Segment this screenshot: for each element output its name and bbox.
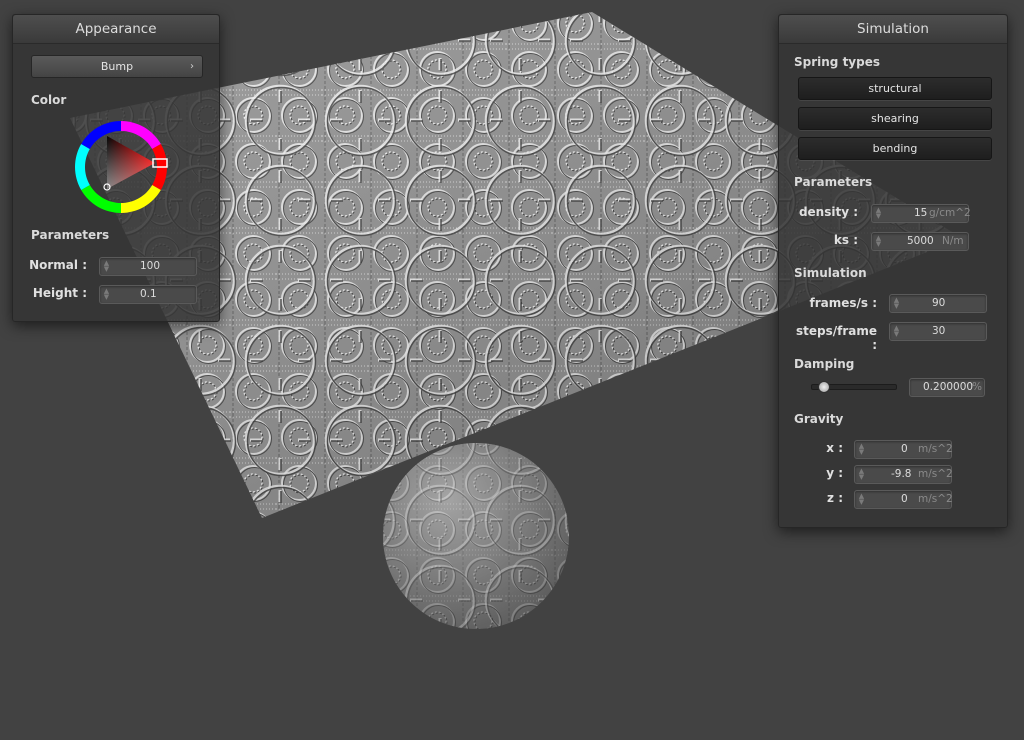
spinner-icon[interactable]: ▲ ▼ xyxy=(893,297,900,310)
density-unit: g/cm^2 xyxy=(929,207,971,219)
damping-slider-knob[interactable] xyxy=(817,381,830,393)
spring-types-label: Spring types xyxy=(794,55,881,69)
spring-structural-button[interactable]: structural xyxy=(798,77,992,100)
gravity-x-field[interactable]: ▲ ▼ 0 m/s^2 xyxy=(854,440,953,459)
normal-label: Normal : xyxy=(29,258,87,272)
shader-dropdown[interactable]: Bump › xyxy=(31,55,203,78)
height-label: Height : xyxy=(32,286,87,300)
simulation-title[interactable]: Simulation xyxy=(779,15,1007,44)
simulation-panel: Simulation Spring types structural shear… xyxy=(778,14,1008,528)
gravity-z-unit: m/s^2 xyxy=(918,493,953,505)
steps-label: steps/frame : xyxy=(795,324,877,352)
parameters-label: Parameters xyxy=(31,228,110,242)
spinner-icon[interactable]: ▲ ▼ xyxy=(858,443,865,456)
steps-field[interactable]: ▲ ▼ 30 xyxy=(889,322,987,341)
spinner-icon[interactable]: ▲ ▼ xyxy=(858,493,865,506)
density-value: 15 xyxy=(914,207,928,219)
simulation-section-label: Simulation xyxy=(794,266,867,280)
chevron-right-icon: › xyxy=(190,61,194,72)
fps-value: 90 xyxy=(932,297,946,309)
gravity-z-value: 0 xyxy=(901,493,908,505)
density-field[interactable]: ▲ ▼ 15 g/cm^2 xyxy=(871,204,971,223)
gravity-y-label: y : xyxy=(826,466,843,480)
appearance-title[interactable]: Appearance xyxy=(13,15,219,44)
damping-value: 0.200000 xyxy=(923,381,974,393)
gravity-z-label: z : xyxy=(827,491,843,505)
gravity-x-value: 0 xyxy=(901,443,908,455)
spinner-icon[interactable]: ▲ ▼ xyxy=(875,207,882,220)
damping-unit: % xyxy=(972,381,982,393)
sim-parameters-label: Parameters xyxy=(794,175,873,189)
collision-sphere xyxy=(383,443,569,629)
normal-field[interactable]: ▲ ▼ 100 xyxy=(99,257,197,276)
gravity-x-unit: m/s^2 xyxy=(918,443,953,455)
gravity-y-field[interactable]: ▲ ▼ -9.8 m/s^2 xyxy=(854,465,953,484)
spinner-icon[interactable]: ▲ ▼ xyxy=(893,325,900,338)
spinner-icon[interactable]: ▲ ▼ xyxy=(858,468,865,481)
height-value: 0.1 xyxy=(140,288,157,300)
gravity-z-field[interactable]: ▲ ▼ 0 m/s^2 xyxy=(854,490,953,509)
gravity-x-label: x : xyxy=(826,441,843,455)
ks-label: ks : xyxy=(833,233,858,247)
gravity-y-unit: m/s^2 xyxy=(918,468,953,480)
ks-field[interactable]: ▲ ▼ 5000 N/m xyxy=(871,232,969,251)
height-field[interactable]: ▲ ▼ 0.1 xyxy=(99,285,197,304)
fps-field[interactable]: ▲ ▼ 90 xyxy=(889,294,987,313)
color-wheel[interactable] xyxy=(71,117,171,217)
density-label: density : xyxy=(798,205,858,219)
damping-label: Damping xyxy=(794,357,855,371)
ks-unit: N/m xyxy=(942,235,964,247)
color-label: Color xyxy=(31,93,67,107)
appearance-panel: Appearance Bump › Color Parameters Norma… xyxy=(12,14,220,322)
ks-value: 5000 xyxy=(907,235,934,247)
gravity-y-value: -9.8 xyxy=(891,468,912,480)
fps-label: frames/s : xyxy=(809,296,877,310)
gravity-label: Gravity xyxy=(794,412,844,426)
damping-field[interactable]: 0.200000 % xyxy=(909,378,985,397)
spinner-icon[interactable]: ▲ ▼ xyxy=(103,260,110,273)
shader-dropdown-label: Bump xyxy=(100,60,134,73)
spinner-icon[interactable]: ▲ ▼ xyxy=(875,235,882,248)
spring-shearing-button[interactable]: shearing xyxy=(798,107,992,130)
normal-value: 100 xyxy=(140,260,161,272)
spinner-icon[interactable]: ▲ ▼ xyxy=(103,288,110,301)
spring-bending-button[interactable]: bending xyxy=(798,137,992,160)
steps-value: 30 xyxy=(932,325,946,337)
